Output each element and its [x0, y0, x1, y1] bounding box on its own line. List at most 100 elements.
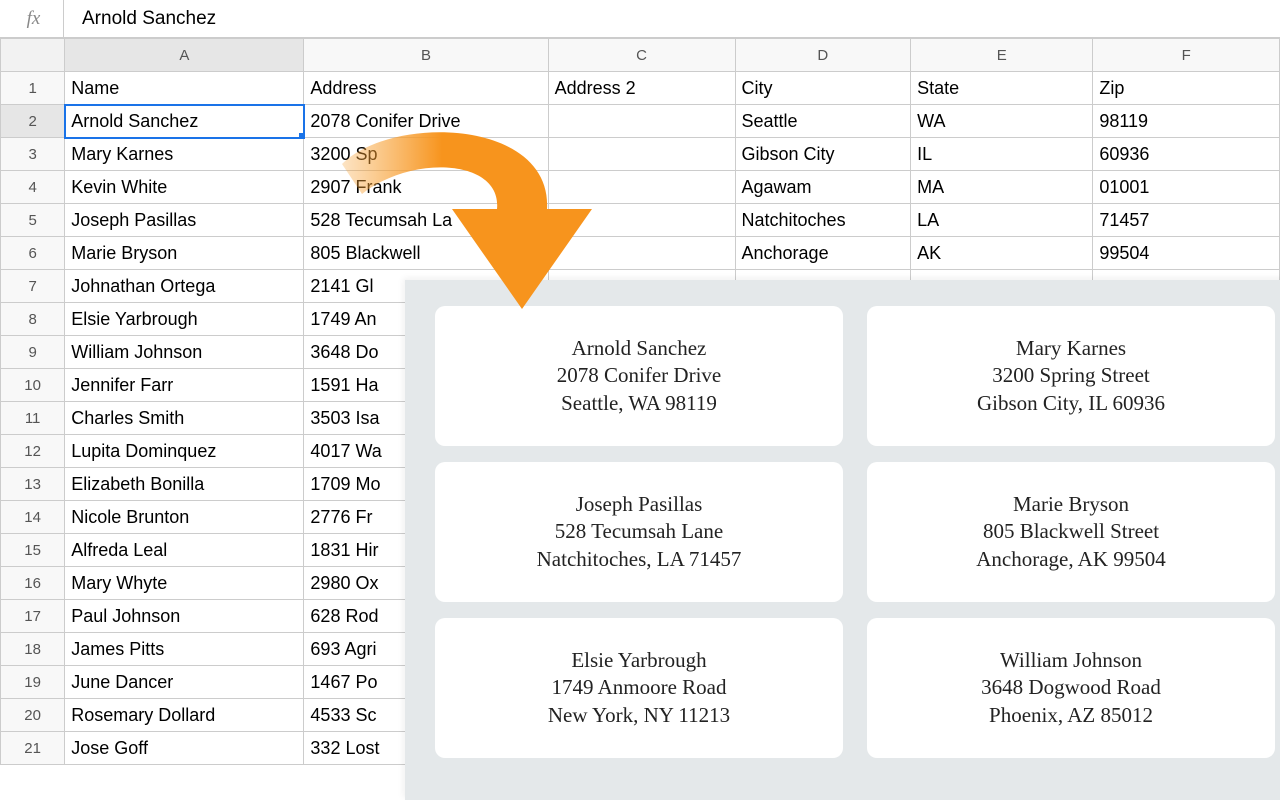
cell[interactable]: Mary Whyte — [65, 567, 304, 600]
row-header[interactable]: 14 — [1, 501, 65, 534]
cell[interactable]: Nicole Brunton — [65, 501, 304, 534]
cell[interactable]: 98119 — [1093, 105, 1280, 138]
cell[interactable]: Arnold Sanchez — [65, 105, 304, 138]
cell[interactable]: Alfreda Leal — [65, 534, 304, 567]
cell[interactable] — [548, 237, 735, 270]
row-header[interactable]: 9 — [1, 336, 65, 369]
label-city-state-zip: Gibson City, IL 60936 — [977, 390, 1165, 417]
row-header[interactable]: 1 — [1, 72, 65, 105]
row-header[interactable]: 8 — [1, 303, 65, 336]
cell[interactable]: James Pitts — [65, 633, 304, 666]
cell[interactable]: AK — [911, 237, 1093, 270]
row-header[interactable]: 11 — [1, 402, 65, 435]
cell[interactable]: William Johnson — [65, 336, 304, 369]
cell[interactable]: LA — [911, 204, 1093, 237]
cell[interactable]: Jose Goff — [65, 732, 304, 765]
row-header[interactable]: 20 — [1, 699, 65, 732]
cell[interactable] — [548, 105, 735, 138]
cell[interactable]: Agawam — [735, 171, 911, 204]
column-header-B[interactable]: B — [304, 39, 548, 72]
label-address: 2078 Conifer Drive — [557, 362, 721, 389]
cell[interactable]: Zip — [1093, 72, 1280, 105]
cell[interactable]: June Dancer — [65, 666, 304, 699]
address-label-card: Mary Karnes3200 Spring StreetGibson City… — [867, 306, 1275, 446]
cell[interactable]: Paul Johnson — [65, 600, 304, 633]
row-header[interactable]: 21 — [1, 732, 65, 765]
row-header[interactable]: 7 — [1, 270, 65, 303]
cell[interactable]: Lupita Dominquez — [65, 435, 304, 468]
formula-bar: fx — [0, 0, 1280, 38]
cell[interactable]: Anchorage — [735, 237, 911, 270]
column-header-C[interactable]: C — [548, 39, 735, 72]
label-city-state-zip: New York, NY 11213 — [548, 702, 730, 729]
cell[interactable]: Natchitoches — [735, 204, 911, 237]
cell[interactable]: Kevin White — [65, 171, 304, 204]
label-city-state-zip: Anchorage, AK 99504 — [976, 546, 1166, 573]
row-header[interactable]: 19 — [1, 666, 65, 699]
label-name: Mary Karnes — [1016, 335, 1126, 362]
cell[interactable]: Elizabeth Bonilla — [65, 468, 304, 501]
cell[interactable]: Mary Karnes — [65, 138, 304, 171]
label-name: William Johnson — [1000, 647, 1142, 674]
column-header-A[interactable]: A — [65, 39, 304, 72]
label-city-state-zip: Phoenix, AZ 85012 — [989, 702, 1153, 729]
cell[interactable]: Marie Bryson — [65, 237, 304, 270]
label-address: 3648 Dogwood Road — [981, 674, 1161, 701]
address-label-card: Joseph Pasillas528 Tecumsah LaneNatchito… — [435, 462, 843, 602]
cell[interactable]: 2907 Frank — [304, 171, 548, 204]
cell[interactable]: 2078 Conifer Drive — [304, 105, 548, 138]
label-name: Elsie Yarbrough — [571, 647, 706, 674]
cell[interactable]: MA — [911, 171, 1093, 204]
cell[interactable]: Seattle — [735, 105, 911, 138]
cell[interactable]: Johnathan Ortega — [65, 270, 304, 303]
label-city-state-zip: Natchitoches, LA 71457 — [537, 546, 742, 573]
cell[interactable]: City — [735, 72, 911, 105]
cell[interactable]: Address — [304, 72, 548, 105]
cell[interactable]: State — [911, 72, 1093, 105]
row-header[interactable]: 17 — [1, 600, 65, 633]
row-header[interactable]: 5 — [1, 204, 65, 237]
label-name: Joseph Pasillas — [576, 491, 703, 518]
label-address: 1749 Anmoore Road — [552, 674, 727, 701]
cell[interactable]: Rosemary Dollard — [65, 699, 304, 732]
column-header-D[interactable]: D — [735, 39, 911, 72]
cell[interactable]: Charles Smith — [65, 402, 304, 435]
cell[interactable]: Gibson City — [735, 138, 911, 171]
row-header[interactable]: 4 — [1, 171, 65, 204]
cell[interactable]: 99504 — [1093, 237, 1280, 270]
row-header[interactable]: 18 — [1, 633, 65, 666]
cell[interactable]: 71457 — [1093, 204, 1280, 237]
row-header[interactable]: 3 — [1, 138, 65, 171]
row-header[interactable]: 6 — [1, 237, 65, 270]
cell[interactable]: WA — [911, 105, 1093, 138]
address-label-card: Marie Bryson805 Blackwell StreetAnchorag… — [867, 462, 1275, 602]
cell[interactable]: IL — [911, 138, 1093, 171]
row-header[interactable]: 15 — [1, 534, 65, 567]
cell[interactable]: 805 Blackwell — [304, 237, 548, 270]
row-header[interactable]: 12 — [1, 435, 65, 468]
row-header[interactable]: 2 — [1, 105, 65, 138]
row-header[interactable]: 16 — [1, 567, 65, 600]
cell[interactable]: Elsie Yarbrough — [65, 303, 304, 336]
row-header[interactable]: 13 — [1, 468, 65, 501]
label-address: 3200 Spring Street — [992, 362, 1150, 389]
select-all-corner[interactable] — [1, 39, 65, 72]
cell[interactable]: 528 Tecumsah La — [304, 204, 548, 237]
cell[interactable]: Joseph Pasillas — [65, 204, 304, 237]
column-header-F[interactable]: F — [1093, 39, 1280, 72]
formula-input[interactable] — [64, 0, 1280, 37]
cell[interactable] — [548, 204, 735, 237]
cell[interactable]: Jennifer Farr — [65, 369, 304, 402]
cell[interactable]: Name — [65, 72, 304, 105]
cell[interactable]: 60936 — [1093, 138, 1280, 171]
address-label-card: Elsie Yarbrough1749 Anmoore RoadNew York… — [435, 618, 843, 758]
cell[interactable]: 01001 — [1093, 171, 1280, 204]
label-name: Arnold Sanchez — [572, 335, 707, 362]
label-address: 805 Blackwell Street — [983, 518, 1159, 545]
row-header[interactable]: 10 — [1, 369, 65, 402]
cell[interactable] — [548, 138, 735, 171]
column-header-E[interactable]: E — [911, 39, 1093, 72]
cell[interactable]: 3200 Sp — [304, 138, 548, 171]
cell[interactable] — [548, 171, 735, 204]
cell[interactable]: Address 2 — [548, 72, 735, 105]
